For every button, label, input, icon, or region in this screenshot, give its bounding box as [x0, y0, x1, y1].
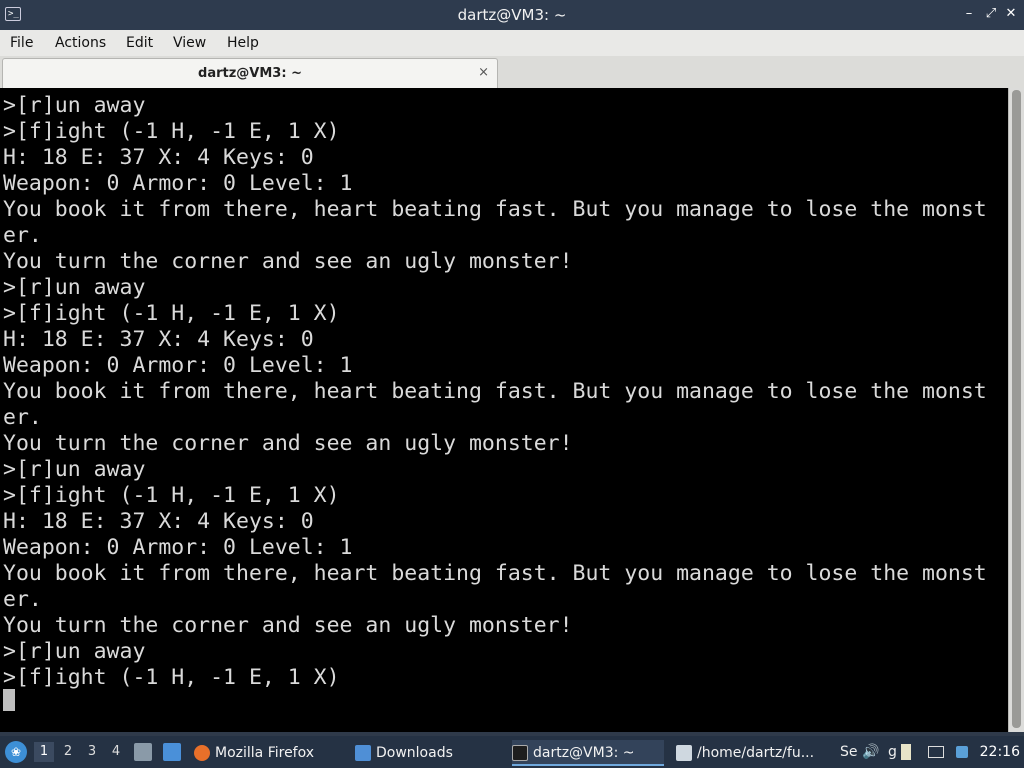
minimize-button[interactable]: – — [960, 5, 978, 23]
terminal-line: >[r]un away — [3, 639, 146, 664]
task-firefox[interactable]: Mozilla Firefox — [194, 740, 344, 766]
tab-label: dartz@VM3: ~ — [198, 66, 302, 81]
terminal-output[interactable]: >[r]un away >[f]ight (-1 H, -1 E, 1 X) H… — [0, 88, 1008, 732]
task-terminal-label: dartz@VM3: ~ — [533, 745, 635, 761]
terminal-line: >[r]un away — [3, 457, 146, 482]
network-icon[interactable] — [928, 746, 944, 758]
terminal-text: >[r]un away >[f]ight (-1 H, -1 E, 1 X) H… — [3, 93, 987, 691]
menu-bar: File Actions Edit View Help — [0, 30, 1024, 56]
terminal-line: You turn the corner and see an ugly mons… — [3, 613, 573, 638]
terminal-line: >[f]ight (-1 H, -1 E, 1 X) — [3, 119, 340, 144]
terminal-line: er. — [3, 587, 42, 612]
scrollbar-thumb[interactable] — [1012, 90, 1021, 728]
terminal-line: H: 18 E: 37 X: 4 Keys: 0 — [3, 327, 314, 352]
terminal-line: er. — [3, 405, 42, 430]
terminal-line: >[r]un away — [3, 93, 146, 118]
workspace-1[interactable]: 1 — [34, 742, 54, 762]
task-firefox-label: Mozilla Firefox — [215, 745, 315, 761]
terminal-line: er. — [3, 223, 42, 248]
terminal-line: You turn the corner and see an ugly mons… — [3, 431, 573, 456]
text-editor-icon — [676, 745, 692, 761]
terminal-line: You turn the corner and see an ugly mons… — [3, 249, 573, 274]
workspace-2[interactable]: 2 — [58, 742, 78, 762]
tab-strip: dartz@VM3: ~ × — [0, 56, 1024, 88]
terminal-line: You book it from there, heart beating fa… — [3, 197, 987, 222]
terminal-line: H: 18 E: 37 X: 4 Keys: 0 — [3, 145, 314, 170]
terminal-line: You book it from there, heart beating fa… — [3, 561, 987, 586]
menu-edit[interactable]: Edit — [126, 30, 153, 56]
task-downloads-label: Downloads — [376, 745, 453, 761]
terminal-line: >[f]ight (-1 H, -1 E, 1 X) — [3, 483, 340, 508]
tray-g[interactable]: g — [888, 743, 897, 761]
taskbar: ❀ 1 2 3 4 Mozilla Firefox Downloads dart… — [0, 736, 1024, 768]
terminal-scrollbar[interactable] — [1008, 88, 1024, 732]
terminal-line: Weapon: 0 Armor: 0 Level: 1 — [3, 353, 353, 378]
task-terminal[interactable]: dartz@VM3: ~ — [512, 740, 664, 766]
terminal-icon — [512, 745, 528, 761]
workspace-4[interactable]: 4 — [106, 742, 126, 762]
terminal-line: You book it from there, heart beating fa… — [3, 379, 987, 404]
menu-help[interactable]: Help — [227, 30, 259, 56]
task-editor-label: /home/dartz/fu... — [697, 745, 815, 761]
terminal-line: Weapon: 0 Armor: 0 Level: 1 — [3, 535, 353, 560]
task-downloads[interactable]: Downloads — [355, 740, 505, 766]
terminal-line: Weapon: 0 Armor: 0 Level: 1 — [3, 171, 353, 196]
workspace-3[interactable]: 3 — [82, 742, 102, 762]
tab-close-icon[interactable]: × — [478, 65, 489, 81]
clock[interactable]: 22:16 — [980, 736, 1020, 768]
task-editor[interactable]: /home/dartz/fu... — [676, 740, 832, 766]
show-desktop-icon[interactable] — [163, 743, 181, 761]
window-title: dartz@VM3: ~ — [457, 6, 567, 24]
terminal-line: >[f]ight (-1 H, -1 E, 1 X) — [3, 665, 340, 690]
terminal-cursor — [3, 689, 15, 711]
tray-se[interactable]: Se — [840, 743, 860, 761]
close-button[interactable]: ✕ — [1002, 5, 1020, 23]
firefox-icon — [194, 745, 210, 761]
menu-file[interactable]: File — [10, 30, 33, 56]
terminal-line: H: 18 E: 37 X: 4 Keys: 0 — [3, 509, 314, 534]
folder-icon — [355, 745, 371, 761]
updates-icon[interactable] — [956, 746, 968, 758]
tab-terminal[interactable]: dartz@VM3: ~ × — [2, 58, 498, 88]
clipboard-icon[interactable] — [901, 744, 911, 760]
window-titlebar: >_ dartz@VM3: ~ – ⤢ ✕ — [0, 0, 1024, 30]
file-manager-launcher-icon[interactable] — [134, 743, 152, 761]
maximize-button[interactable]: ⤢ — [982, 5, 1000, 23]
terminal-line: >[r]un away — [3, 275, 146, 300]
menu-view[interactable]: View — [173, 30, 206, 56]
menu-actions[interactable]: Actions — [55, 30, 106, 56]
start-menu-icon[interactable]: ❀ — [5, 741, 27, 763]
volume-icon[interactable]: 🔊 — [862, 743, 879, 761]
terminal-line: >[f]ight (-1 H, -1 E, 1 X) — [3, 301, 340, 326]
